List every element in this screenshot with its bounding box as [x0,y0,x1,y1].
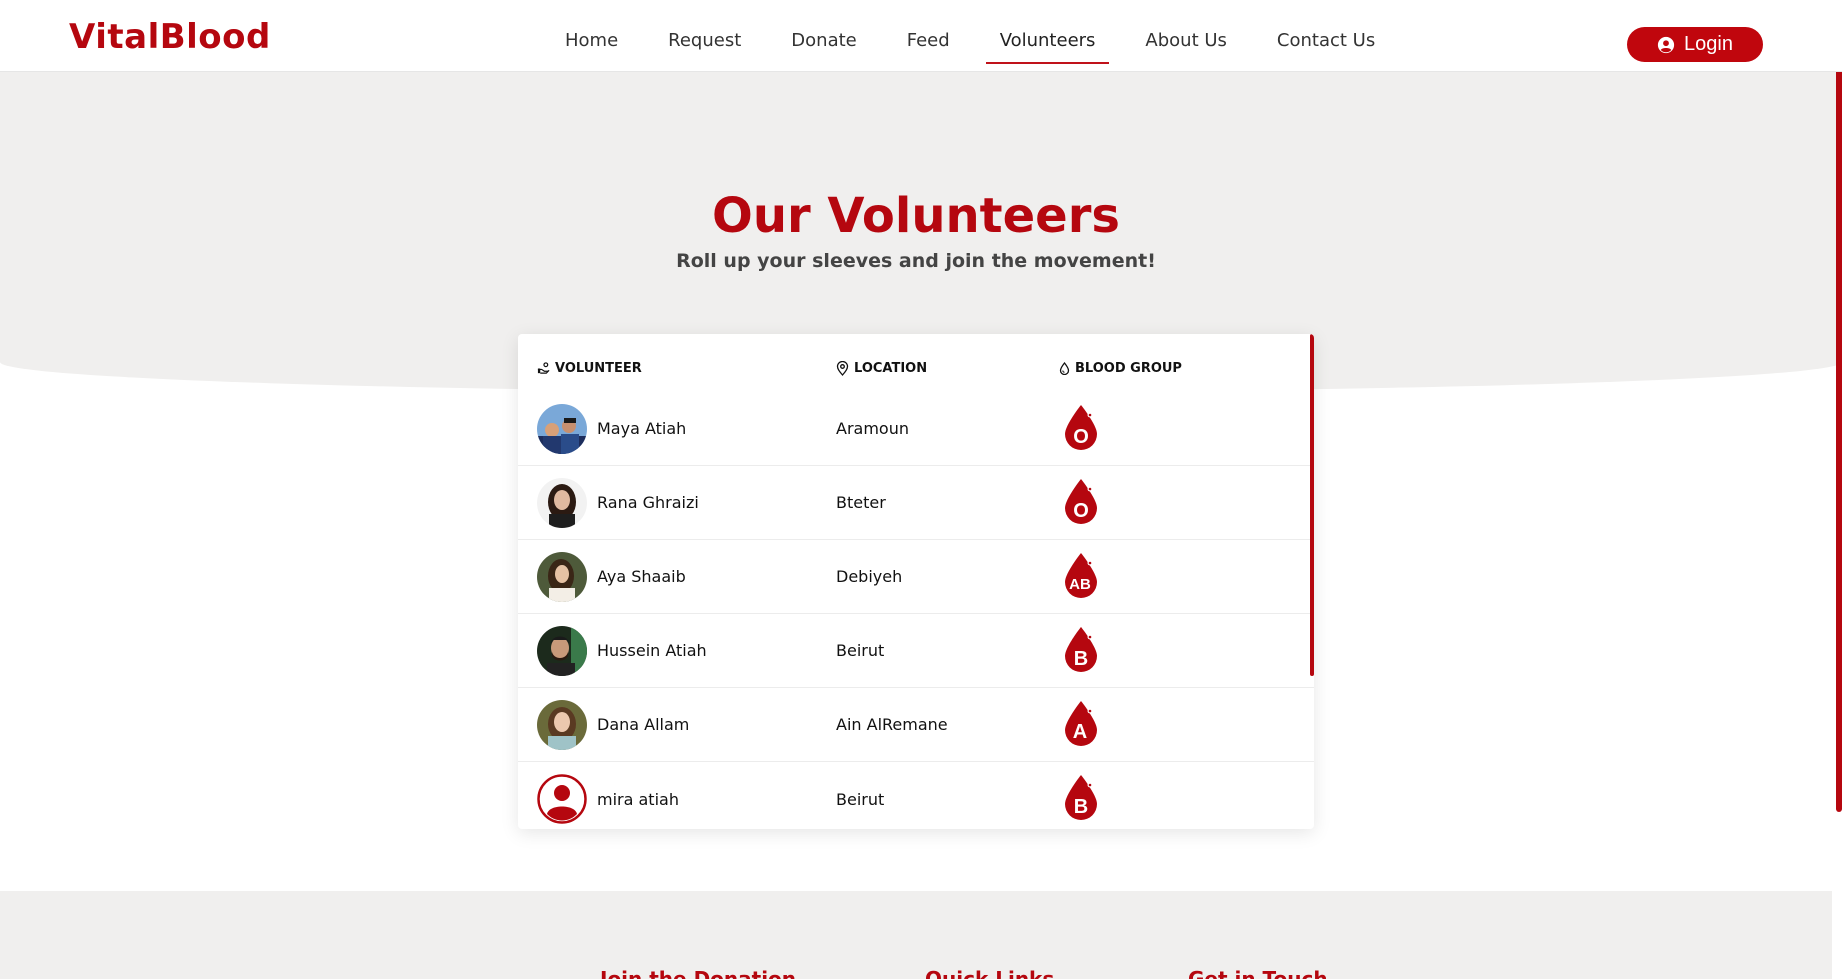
location-cell: Aramoun [836,419,909,438]
nav-request[interactable]: Request [643,22,766,64]
blood-drop-badge: B [1065,775,1097,820]
nav-home[interactable]: Home [540,22,643,64]
blood-drop-badge: AB [1065,552,1097,598]
avatar [537,551,587,602]
blood-drop-badge: B [1065,626,1097,672]
avatar [537,477,587,528]
volunteer-cell: Hussein Atiah [518,625,831,676]
header-location: LOCATION [831,360,1056,376]
volunteer-cell: Dana Allam [518,699,831,750]
page-title: Our Volunteers [712,188,1120,244]
volunteer-cell: Maya Atiah [518,403,831,454]
blood-drop-badge: O [1065,404,1097,450]
footer-heading-join: Join the Donation [600,967,797,979]
blood-drop-badge: A [1065,700,1097,746]
volunteer-name: Dana Allam [597,715,690,734]
avatar [537,625,587,676]
header-blood-group: BLOOD GROUP [1056,361,1296,376]
user-circle-icon [1657,36,1675,53]
volunteer-name: Aya Shaaib [597,567,686,586]
header-volunteer: VOLUNTEER [518,361,831,376]
navbar: VitalBlood Home Request Donate Feed Volu… [0,0,1842,72]
blood-drop-badge: O [1065,478,1097,524]
blood-group-letter: AB [1069,576,1091,593]
header-blood-group-label: BLOOD GROUP [1075,360,1182,376]
blood-group-cell: AB [1056,551,1296,603]
volunteer-name: Rana Ghraizi [597,493,699,512]
avatar [537,403,587,454]
volunteers-table: VOLUNTEER LOCATION BLOOD GROUP Maya Atia… [518,334,1314,829]
volunteer-cell: Rana Ghraizi [518,477,831,528]
table-row[interactable]: Dana Allam Ain AlRemane A [518,688,1314,762]
blood-group-cell: B [1056,625,1296,677]
table-row[interactable]: Maya Atiah Aramoun O [518,392,1314,466]
table-scrollbar[interactable] [1310,334,1314,676]
page-subtitle: Roll up your sleeves and join the moveme… [676,250,1156,272]
volunteer-icon [537,361,550,374]
blood-group-letter: A [1073,721,1087,743]
table-row[interactable]: Aya Shaaib Debiyeh AB [518,540,1314,614]
table-row[interactable]: Hussein Atiah Beirut B [518,614,1314,688]
default-user-icon [537,774,587,824]
footer-heading-quick-links: Quick Links [925,967,1055,979]
table-header: VOLUNTEER LOCATION BLOOD GROUP [518,334,1314,392]
brand-logo[interactable]: VitalBlood [69,20,271,54]
blood-group-cell: B [1056,773,1296,825]
blood-drop-icon [1059,361,1070,375]
table-row[interactable]: mira atiah Beirut B [518,762,1314,829]
header-volunteer-label: VOLUNTEER [555,360,642,376]
location-cell: Bteter [836,493,886,512]
nav-links: Home Request Donate Feed Volunteers Abou… [540,22,1400,64]
volunteer-name: mira atiah [597,789,679,809]
footer: Join the Donation Quick Links Get in Tou… [0,891,1832,979]
nav-contact-us[interactable]: Contact Us [1252,22,1400,64]
volunteer-cell: Aya Shaaib [518,551,831,602]
header-location-label: LOCATION [854,360,928,376]
nav-about-us[interactable]: About Us [1120,22,1252,64]
volunteer-name: Hussein Atiah [597,641,707,660]
volunteer-cell: mira atiah [518,774,831,824]
login-label: Login [1684,33,1733,55]
footer-heading-contact: Get in Touch [1188,967,1328,979]
blood-group-letter: B [1074,796,1088,818]
table-row[interactable]: Rana Ghraizi Bteter O [518,466,1314,540]
nav-donate[interactable]: Donate [766,22,881,64]
blood-group-cell: A [1056,699,1296,751]
location-cell: Beirut [836,789,885,809]
blood-group-cell: O [1056,477,1296,529]
blood-group-letter: O [1073,500,1089,522]
location-pin-icon [836,360,849,376]
avatar [537,699,587,750]
blood-group-cell: O [1056,403,1296,455]
blood-group-letter: O [1073,426,1089,448]
nav-feed[interactable]: Feed [882,22,975,64]
location-cell: Beirut [836,641,885,660]
login-button[interactable]: Login [1627,27,1763,62]
blood-group-letter: B [1074,648,1088,670]
volunteer-name: Maya Atiah [597,419,687,438]
location-cell: Ain AlRemane [836,715,948,734]
nav-volunteers[interactable]: Volunteers [975,22,1121,64]
page-scrollbar[interactable] [1836,0,1842,812]
location-cell: Debiyeh [836,567,903,586]
